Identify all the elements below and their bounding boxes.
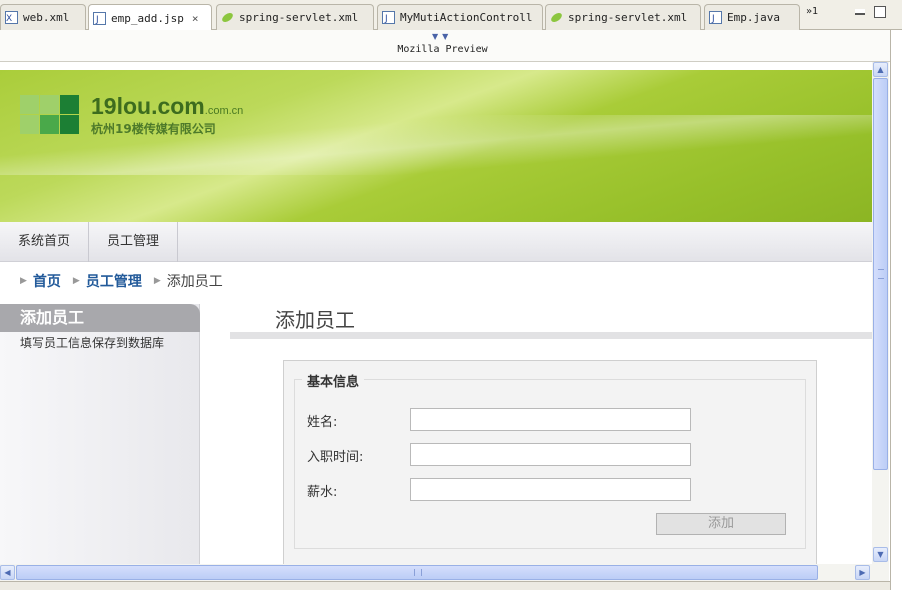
vertical-scrollbar[interactable]: ▲ ▼: [872, 62, 889, 564]
scroll-down-icon[interactable]: ▼: [873, 547, 888, 562]
java-file-icon: J: [382, 11, 395, 24]
maximize-button[interactable]: [874, 6, 886, 18]
tab-label: spring-servlet.xml: [239, 11, 359, 24]
minimize-button[interactable]: [855, 9, 865, 15]
horizontal-scroll-thumb[interactable]: [16, 565, 818, 580]
breadcrumb-arrow-icon: ▶: [72, 276, 80, 286]
sidebar: 添加员工 填写员工信息保存到数据库: [0, 304, 200, 564]
editor-tab-bar: X web.xml J emp_add.jsp × spring-servlet…: [0, 0, 902, 31]
preview-title: Mozilla Preview: [397, 44, 488, 55]
breadcrumb-current: 添加员工: [166, 274, 223, 290]
scroll-left-icon[interactable]: ◀: [0, 565, 15, 580]
tab-spring-servlet-xml-2[interactable]: spring-servlet.xml: [545, 4, 701, 30]
spring-leaf-icon: [221, 11, 234, 24]
logo-subtitle: 杭州19楼传媒有限公司: [91, 122, 216, 136]
breadcrumb-arrow-icon: ▶: [20, 276, 27, 286]
tab-spring-servlet-xml[interactable]: spring-servlet.xml: [216, 4, 374, 30]
spring-leaf-icon: [550, 11, 563, 24]
name-label: 姓名:: [307, 415, 338, 430]
tab-mymutiactioncontroll[interactable]: J MyMutiActionControll: [377, 4, 543, 30]
tab-label: Emp.java: [727, 11, 780, 24]
vertical-scroll-thumb[interactable]: [873, 78, 888, 470]
fieldset-legend: 基本信息: [302, 371, 365, 390]
horizontal-scrollbar[interactable]: ◀ ▶: [0, 564, 872, 581]
scroll-right-icon[interactable]: ▶: [855, 565, 870, 580]
tab-label: web.xml: [23, 11, 70, 24]
logo-name: 19lou.com.com.cn: [91, 93, 244, 119]
tab-label: MyMutiActionControll: [400, 11, 533, 24]
salary-label: 薪水:: [307, 485, 338, 500]
nav-item-home[interactable]: 系统首页: [0, 222, 89, 262]
salary-input[interactable]: [410, 478, 691, 501]
sidebar-description: 填写员工信息保存到数据库: [20, 336, 165, 350]
tab-label: emp_add.jsp: [111, 11, 184, 25]
breadcrumb-home[interactable]: 首页: [33, 271, 61, 291]
svg-text:J: J: [95, 15, 99, 25]
tab-emp-java[interactable]: J Emp.java: [704, 4, 800, 30]
collapse-arrows-icon[interactable]: ▼▼: [432, 32, 452, 41]
close-icon[interactable]: ×: [192, 12, 199, 25]
logo-icon: [20, 95, 80, 134]
hire-date-label: 入职时间:: [307, 450, 364, 465]
tab-web-xml[interactable]: X web.xml: [0, 4, 86, 30]
breadcrumb: ▶ 首页 ▶ 员工管理 ▶ 添加员工: [20, 270, 235, 292]
editor-bottom-edge: [0, 581, 890, 590]
java-file-icon: J: [709, 11, 722, 24]
svg-text:X: X: [6, 14, 12, 24]
hire-date-input[interactable]: [410, 443, 691, 466]
page-title: 添加员工: [275, 308, 355, 332]
main-nav: 系统首页 员工管理: [0, 222, 872, 262]
more-tabs-button[interactable]: »1: [806, 6, 818, 17]
breadcrumb-employees[interactable]: 员工管理: [86, 271, 142, 291]
scroll-up-icon[interactable]: ▲: [873, 62, 888, 77]
browser-viewport: 19lou.com.com.cn 杭州19楼传媒有限公司 系统首页 员工管理 ▶…: [0, 62, 872, 564]
site-banner: 19lou.com.com.cn 杭州19楼传媒有限公司: [0, 70, 872, 222]
jsp-file-icon: J: [93, 11, 106, 25]
nav-item-employees[interactable]: 员工管理: [89, 222, 178, 262]
svg-text:J: J: [711, 14, 715, 24]
employee-form: 基本信息 姓名: 入职时间: 薪水: 添加: [283, 360, 817, 564]
add-button[interactable]: 添加: [656, 513, 786, 535]
sidebar-title: 添加员工: [0, 304, 200, 332]
svg-text:J: J: [384, 14, 388, 24]
title-divider: [230, 332, 872, 339]
tab-label: spring-servlet.xml: [568, 11, 688, 24]
scroll-corner: [872, 564, 889, 581]
logo-suffix: .com.cn: [204, 105, 244, 117]
preview-header: ▼▼ Mozilla Preview: [0, 30, 890, 62]
xml-file-icon: X: [5, 11, 18, 24]
tab-emp-add-jsp[interactable]: J emp_add.jsp ×: [88, 4, 212, 31]
side-panel-strip: [890, 30, 902, 590]
breadcrumb-arrow-icon: ▶: [153, 276, 161, 286]
name-input[interactable]: [410, 408, 691, 431]
